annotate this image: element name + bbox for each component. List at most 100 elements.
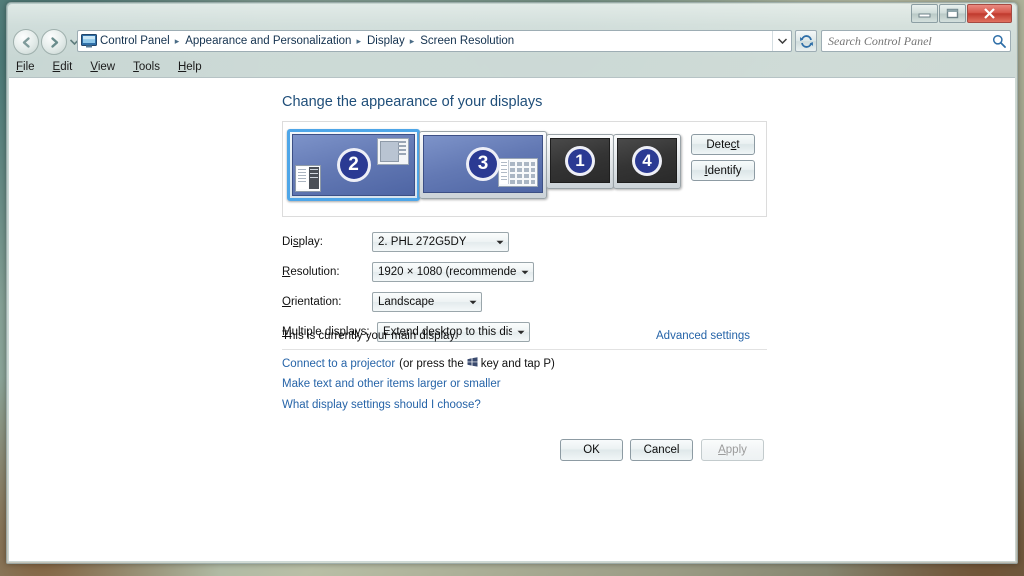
address-bar-row: Control Panel ▸ Appearance and Personali… <box>13 29 1011 55</box>
monitor-3-screen: 3 <box>423 135 543 193</box>
chevron-down-icon <box>516 270 533 275</box>
breadcrumb-separator-icon: ▸ <box>356 35 361 46</box>
ok-label: OK <box>583 444 600 456</box>
breadcrumb-segment-screen-resolution[interactable]: Screen Resolution <box>419 35 515 47</box>
menu-item-file[interactable]: File <box>16 61 35 73</box>
navigation-buttons <box>13 29 80 55</box>
refresh-button[interactable] <box>795 30 817 52</box>
projector-prefix-text: (or press the <box>399 357 464 370</box>
display-select-value: 2. PHL 272G5DY <box>378 236 467 248</box>
orientation-label: Orientation: <box>282 296 372 308</box>
menu-bar: File Edit View Tools Help <box>8 57 1016 77</box>
orientation-label-accel: O <box>282 296 291 308</box>
resolution-label: Resolution: <box>282 266 372 278</box>
apply-accel: A <box>718 444 726 456</box>
main-display-status: This is currently your main display. <box>282 330 458 342</box>
apply-button[interactable]: Apply <box>701 439 764 461</box>
breadcrumb-segment-appearance[interactable]: Appearance and Personalization <box>184 35 352 47</box>
menu-label-file: ile <box>23 61 35 73</box>
display-label-post: play: <box>298 236 323 248</box>
orientation-row: Orientation: Landscape <box>282 292 482 312</box>
chevron-down-icon <box>491 240 508 245</box>
chevron-down-icon <box>464 300 481 305</box>
detect-label-pre: Dete <box>706 138 731 151</box>
maximize-icon <box>946 8 959 19</box>
resolution-row: Resolution: 1920 × 1080 (recommended) <box>282 262 534 282</box>
resolution-select[interactable]: 1920 × 1080 (recommended) <box>372 262 534 282</box>
display-row: Display: 2. PHL 272G5DY <box>282 232 509 252</box>
text-size-row: Make text and other items larger or smal… <box>282 378 501 390</box>
display-label: Display: <box>282 236 372 248</box>
caption-button-group <box>911 4 1012 23</box>
detect-label-post: t <box>736 138 740 151</box>
forward-button[interactable] <box>41 29 67 55</box>
display-label-pre: Di <box>282 236 293 248</box>
search-input[interactable] <box>822 32 988 50</box>
monitor-4-screen: 4 <box>617 138 677 183</box>
menu-accel-view: V <box>90 61 98 73</box>
projector-suffix-text: key and tap P) <box>480 357 555 370</box>
detect-button[interactable]: Dete c t <box>691 134 755 155</box>
search-box[interactable] <box>821 30 1011 52</box>
breadcrumb-separator-icon: ▸ <box>409 35 415 46</box>
monitor-3-number: 3 <box>466 147 500 181</box>
monitor-4-number: 4 <box>632 145 662 176</box>
breadcrumb-segment-display[interactable]: Display <box>366 35 406 47</box>
monitor-1-number: 1 <box>565 145 595 176</box>
side-panel-thumbnail <box>295 165 321 192</box>
menu-item-tools[interactable]: Tools <box>133 61 160 73</box>
orientation-select-value: Landscape <box>378 296 435 308</box>
menu-label-tools: ools <box>138 61 160 73</box>
magnifier-icon <box>992 34 1006 48</box>
make-text-larger-link[interactable]: Make text and other items larger or smal… <box>282 378 501 390</box>
screen-resolution-window: Control Panel ▸ Appearance and Personali… <box>6 2 1018 564</box>
identify-button[interactable]: Identify <box>691 160 755 181</box>
what-display-settings-link[interactable]: What display settings should I choose? <box>282 399 481 411</box>
minimize-icon <box>918 13 931 18</box>
monitor-2[interactable]: 2 <box>287 129 420 201</box>
display-select[interactable]: 2. PHL 272G5DY <box>372 232 509 252</box>
monitor-3[interactable]: 3 <box>419 131 547 199</box>
monitor-2-screen: 2 <box>292 134 415 196</box>
section-divider <box>282 349 767 350</box>
display-arrangement-panel[interactable]: 2 3 1 4 Dete c t I dentify <box>282 121 767 217</box>
minimize-button[interactable] <box>911 4 938 23</box>
chevron-down-icon <box>512 330 529 335</box>
resolution-select-value: 1920 × 1080 (recommended) <box>378 266 516 278</box>
monitor-1[interactable]: 1 <box>546 134 614 189</box>
grid-thumbnail <box>498 158 538 187</box>
menu-accel-file: F <box>16 61 24 73</box>
monitor-2-number: 2 <box>336 148 371 182</box>
search-icon[interactable] <box>988 34 1010 48</box>
breadcrumb-dropdown-button[interactable] <box>772 31 791 51</box>
monitor-4[interactable]: 4 <box>613 134 681 189</box>
advanced-settings-link[interactable]: Advanced settings <box>656 330 750 342</box>
title-bar <box>7 3 1017 25</box>
breadcrumb-separator-icon: ▸ <box>174 35 180 46</box>
content-area: Change the appearance of your displays 2… <box>9 77 1015 561</box>
cancel-button[interactable]: Cancel <box>630 439 693 461</box>
chevron-down-icon <box>777 38 787 44</box>
menu-item-view[interactable]: View <box>90 61 115 73</box>
maximize-button[interactable] <box>939 4 966 23</box>
breadcrumb[interactable]: Control Panel ▸ Appearance and Personali… <box>77 30 792 52</box>
identify-label-post: dentify <box>707 164 742 177</box>
resolution-label-post: esolution: <box>290 266 340 278</box>
orientation-select[interactable]: Landscape <box>372 292 482 312</box>
page-title: Change the appearance of your displays <box>282 94 543 110</box>
window-thumbnail <box>377 138 409 165</box>
control-panel-icon <box>81 34 97 48</box>
ok-button[interactable]: OK <box>560 439 623 461</box>
menu-item-edit[interactable]: Edit <box>53 61 73 73</box>
menu-item-help[interactable]: Help <box>178 61 202 73</box>
refresh-icon <box>799 34 813 48</box>
close-button[interactable] <box>967 4 1012 23</box>
menu-label-view: iew <box>97 61 116 73</box>
menu-label-edit: dit <box>60 61 73 73</box>
connect-projector-link[interactable]: Connect to a projector <box>282 358 395 370</box>
help-row: What display settings should I choose? <box>282 399 481 411</box>
back-button[interactable] <box>13 29 39 55</box>
close-icon <box>984 8 995 19</box>
orientation-label-post: rientation: <box>290 296 342 308</box>
breadcrumb-segment-control-panel[interactable]: Control Panel <box>99 35 171 47</box>
